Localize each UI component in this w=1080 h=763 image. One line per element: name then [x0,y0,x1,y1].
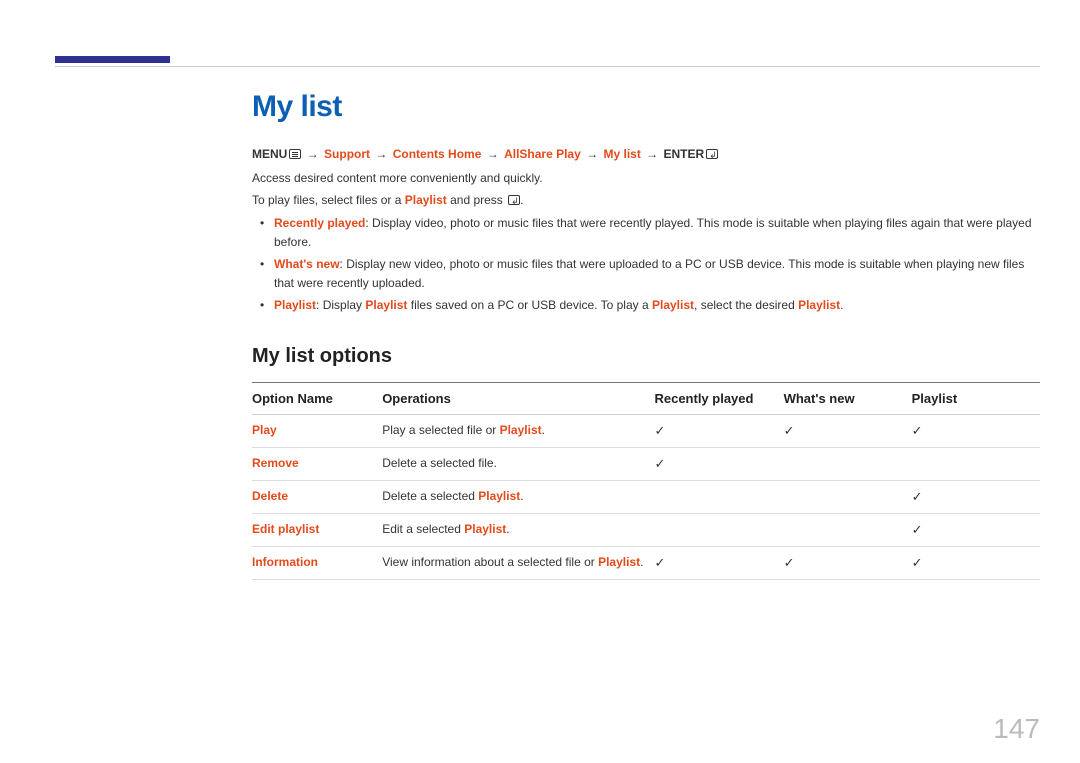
playlist-term: Playlist [798,298,840,312]
text: and press [447,193,506,207]
playlist-term: Playlist [464,522,506,536]
list-item: Recently played: Display video, photo or… [274,214,1040,251]
cell-playlist: ✓ [912,414,1040,447]
section-heading: My list options [252,345,1040,368]
table-row: DeleteDelete a selected Playlist. ✓ [252,480,1040,513]
operation-desc: Delete a selected Playlist. [382,480,654,513]
feature-label: Recently played [274,216,365,230]
check-icon: ✓ [912,423,923,438]
nav-contents-home: Contents Home [393,147,482,161]
cell-playlist: ✓ [912,480,1040,513]
table-row: RemoveDelete a selected file.✓ [252,447,1040,480]
page-content: My list MENU → Support → Contents Home →… [252,90,1040,580]
col-whats-new: What's new [784,382,912,414]
page-number: 147 [993,713,1040,745]
operation-desc: View information about a selected file o… [382,546,654,579]
table-header-row: Option Name Operations Recently played W… [252,382,1040,414]
check-icon: ✓ [654,423,665,438]
nav-menu: MENU [252,147,287,161]
playlist-term: Playlist [598,555,640,569]
cell-whats-new: ✓ [784,546,912,579]
playlist-term: Playlist [500,423,542,437]
col-playlist: Playlist [912,382,1040,414]
cell-recently-played: ✓ [654,447,783,480]
cell-recently-played: ✓ [654,546,783,579]
arrow-icon: → [487,147,499,161]
check-icon: ✓ [784,555,795,570]
nav-support: Support [324,147,370,161]
option-name: Play [252,414,382,447]
option-name: Information [252,546,382,579]
cell-playlist [912,447,1040,480]
cell-recently-played [654,513,783,546]
playlist-term: Playlist [478,489,520,503]
check-icon: ✓ [654,456,665,471]
page-title: My list [252,90,1040,124]
arrow-icon: → [586,147,598,161]
options-table: Option Name Operations Recently played W… [252,382,1040,580]
check-icon: ✓ [784,423,795,438]
table-row: PlayPlay a selected file or Playlist.✓✓✓ [252,414,1040,447]
col-operations: Operations [382,382,654,414]
option-name: Edit playlist [252,513,382,546]
intro-line-1: Access desired content more conveniently… [252,169,1040,188]
feature-list: Recently played: Display video, photo or… [252,214,1040,315]
enter-icon [508,195,520,205]
option-name: Remove [252,447,382,480]
list-item: Playlist: Display Playlist files saved o… [274,296,1040,315]
option-name: Delete [252,480,382,513]
cell-whats-new [784,447,912,480]
col-option-name: Option Name [252,382,382,414]
cell-playlist: ✓ [912,546,1040,579]
intro-line-2: To play files, select files or a Playlis… [252,191,1040,210]
text: To play files, select files or a [252,193,405,207]
breadcrumb: MENU → Support → Contents Home → AllShar… [252,146,1040,163]
feature-text: : Display new video, photo or music file… [274,257,1024,290]
cell-whats-new [784,480,912,513]
text: . [840,298,843,312]
cell-playlist: ✓ [912,513,1040,546]
text: files saved on a PC or USB device. To pl… [407,298,652,312]
cell-whats-new: ✓ [784,414,912,447]
text: : Display [316,298,365,312]
check-icon: ✓ [654,555,665,570]
nav-allshare: AllShare Play [504,147,581,161]
operation-desc: Play a selected file or Playlist. [382,414,654,447]
operation-desc: Edit a selected Playlist. [382,513,654,546]
nav-my-list: My list [603,147,640,161]
check-icon: ✓ [912,555,923,570]
feature-label: Playlist [274,298,316,312]
check-icon: ✓ [912,522,923,537]
enter-icon [706,149,718,159]
playlist-term: Playlist [365,298,407,312]
menu-icon [289,149,301,159]
cell-recently-played [654,480,783,513]
header-rule [55,66,1040,67]
feature-label: What's new [274,257,340,271]
arrow-icon: → [646,147,658,161]
playlist-term: Playlist [652,298,694,312]
table-row: InformationView information about a sele… [252,546,1040,579]
arrow-icon: → [375,147,387,161]
table-row: Edit playlistEdit a selected Playlist. ✓ [252,513,1040,546]
cell-recently-played: ✓ [654,414,783,447]
feature-text: : Display video, photo or music files th… [274,216,1032,249]
text: , select the desired [694,298,798,312]
operation-desc: Delete a selected file. [382,447,654,480]
check-icon: ✓ [912,489,923,504]
playlist-term: Playlist [405,193,447,207]
arrow-icon: → [307,147,319,161]
nav-enter: ENTER [664,147,705,161]
cell-whats-new [784,513,912,546]
col-recently-played: Recently played [654,382,783,414]
list-item: What's new: Display new video, photo or … [274,255,1040,292]
section-marker [55,56,170,63]
